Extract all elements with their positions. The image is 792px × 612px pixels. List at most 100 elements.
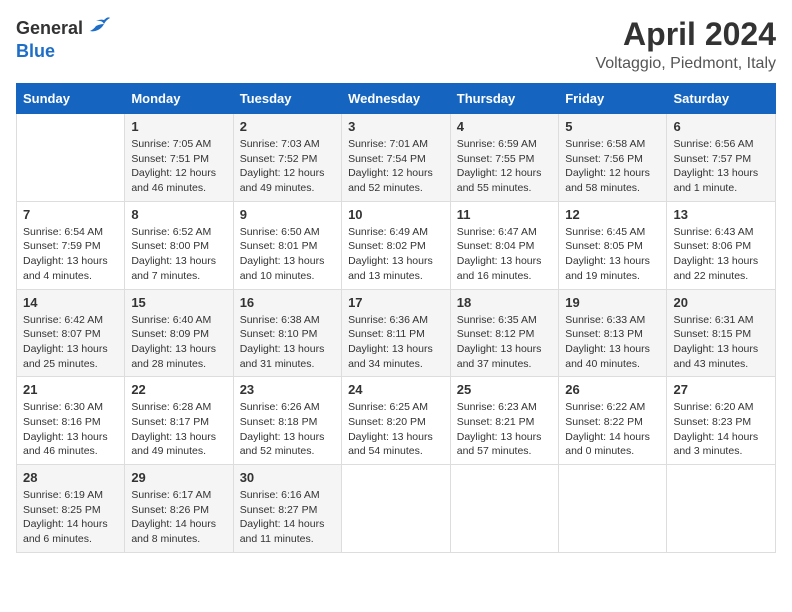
day-cell: 30 Sunrise: 6:16 AMSunset: 8:27 PMDayligh… bbox=[233, 465, 341, 553]
day-number: 26 bbox=[565, 382, 660, 397]
day-cell: 5 Sunrise: 6:58 AMSunset: 7:56 PMDaylight… bbox=[559, 114, 667, 202]
day-number: 4 bbox=[457, 119, 552, 134]
col-header-thursday: Thursday bbox=[450, 84, 558, 114]
day-info: Sunrise: 6:49 AMSunset: 8:02 PMDaylight:… bbox=[348, 225, 444, 284]
day-cell: 9 Sunrise: 6:50 AMSunset: 8:01 PMDaylight… bbox=[233, 201, 341, 289]
col-header-sunday: Sunday bbox=[17, 84, 125, 114]
day-info: Sunrise: 6:26 AMSunset: 8:18 PMDaylight:… bbox=[240, 400, 335, 459]
day-cell: 28 Sunrise: 6:19 AMSunset: 8:25 PMDayligh… bbox=[17, 465, 125, 553]
day-number: 9 bbox=[240, 207, 335, 222]
col-header-tuesday: Tuesday bbox=[233, 84, 341, 114]
day-info: Sunrise: 6:59 AMSunset: 7:55 PMDaylight:… bbox=[457, 137, 552, 196]
col-header-wednesday: Wednesday bbox=[342, 84, 451, 114]
day-cell: 19 Sunrise: 6:33 AMSunset: 8:13 PMDayligh… bbox=[559, 289, 667, 377]
day-info: Sunrise: 7:01 AMSunset: 7:54 PMDaylight:… bbox=[348, 137, 444, 196]
day-info: Sunrise: 6:50 AMSunset: 8:01 PMDaylight:… bbox=[240, 225, 335, 284]
logo: General Blue bbox=[16, 16, 110, 62]
week-row-3: 14Sunrise: 6:42 AMSunset: 8:07 PMDayligh… bbox=[17, 289, 776, 377]
day-cell: 21 Sunrise: 6:30 AMSunset: 8:16 PMDayligh… bbox=[17, 377, 125, 465]
day-info: Sunrise: 6:33 AMSunset: 8:13 PMDaylight:… bbox=[565, 313, 660, 372]
col-header-monday: Monday bbox=[125, 84, 233, 114]
week-row-5: 28 Sunrise: 6:19 AMSunset: 8:25 PMDayligh… bbox=[17, 465, 776, 553]
month-title: April 2024 bbox=[595, 16, 776, 53]
day-cell: 8 Sunrise: 6:52 AMSunset: 8:00 PMDaylight… bbox=[125, 201, 233, 289]
day-info: Sunrise: 6:25 AMSunset: 8:20 PMDaylight:… bbox=[348, 400, 444, 459]
day-info: Sunrise: 6:52 AMSunset: 8:00 PMDaylight:… bbox=[131, 225, 226, 284]
day-cell: 7 Sunrise: 6:54 AMSunset: 7:59 PMDaylight… bbox=[17, 201, 125, 289]
day-cell bbox=[17, 114, 125, 202]
day-number: 7 bbox=[23, 207, 118, 222]
day-number: 6 bbox=[673, 119, 769, 134]
title-area: April 2024 Voltaggio, Piedmont, Italy bbox=[595, 16, 776, 73]
day-cell: 23 Sunrise: 6:26 AMSunset: 8:18 PMDayligh… bbox=[233, 377, 341, 465]
day-info: Sunrise: 6:20 AMSunset: 8:23 PMDaylight:… bbox=[673, 400, 769, 459]
day-number: 23 bbox=[240, 382, 335, 397]
col-header-saturday: Saturday bbox=[667, 84, 776, 114]
day-info: Sunrise: 6:16 AMSunset: 8:27 PMDaylight:… bbox=[240, 488, 335, 547]
day-info: Sunrise: 6:40 AMSunset: 8:09 PMDaylight:… bbox=[131, 313, 226, 372]
day-cell bbox=[667, 465, 776, 553]
day-cell: 26Sunrise: 6:22 AMSunset: 8:22 PMDayligh… bbox=[559, 377, 667, 465]
day-number: 2 bbox=[240, 119, 335, 134]
day-info: Sunrise: 6:35 AMSunset: 8:12 PMDaylight:… bbox=[457, 313, 552, 372]
day-number: 21 bbox=[23, 382, 118, 397]
day-info: Sunrise: 6:42 AMSunset: 8:07 PMDaylight:… bbox=[23, 313, 118, 372]
day-info: Sunrise: 6:31 AMSunset: 8:15 PMDaylight:… bbox=[673, 313, 769, 372]
day-info: Sunrise: 6:30 AMSunset: 8:16 PMDaylight:… bbox=[23, 400, 118, 459]
day-cell: 24 Sunrise: 6:25 AMSunset: 8:20 PMDayligh… bbox=[342, 377, 451, 465]
day-cell: 6 Sunrise: 6:56 AMSunset: 7:57 PMDaylight… bbox=[667, 114, 776, 202]
day-number: 15 bbox=[131, 295, 226, 310]
day-cell: 27 Sunrise: 6:20 AMSunset: 8:23 PMDayligh… bbox=[667, 377, 776, 465]
day-number: 17 bbox=[348, 295, 444, 310]
day-number: 1 bbox=[131, 119, 226, 134]
day-number: 11 bbox=[457, 207, 552, 222]
day-info: Sunrise: 6:36 AMSunset: 8:11 PMDaylight:… bbox=[348, 313, 444, 372]
day-info: Sunrise: 6:23 AMSunset: 8:21 PMDaylight:… bbox=[457, 400, 552, 459]
day-info: Sunrise: 6:17 AMSunset: 8:26 PMDaylight:… bbox=[131, 488, 226, 547]
logo-bird-icon bbox=[86, 16, 110, 41]
day-number: 30 bbox=[240, 470, 335, 485]
col-header-friday: Friday bbox=[559, 84, 667, 114]
day-info: Sunrise: 6:54 AMSunset: 7:59 PMDaylight:… bbox=[23, 225, 118, 284]
day-cell: 1 Sunrise: 7:05 AMSunset: 7:51 PMDaylight… bbox=[125, 114, 233, 202]
day-number: 12 bbox=[565, 207, 660, 222]
day-cell bbox=[342, 465, 451, 553]
week-row-4: 21 Sunrise: 6:30 AMSunset: 8:16 PMDayligh… bbox=[17, 377, 776, 465]
day-number: 28 bbox=[23, 470, 118, 485]
day-number: 27 bbox=[673, 382, 769, 397]
day-info: Sunrise: 7:05 AMSunset: 7:51 PMDaylight:… bbox=[131, 137, 226, 196]
page-header: General Blue April 2024 Voltaggio, Piedm… bbox=[16, 16, 776, 73]
day-number: 8 bbox=[131, 207, 226, 222]
day-number: 5 bbox=[565, 119, 660, 134]
day-cell: 22Sunrise: 6:28 AMSunset: 8:17 PMDayligh… bbox=[125, 377, 233, 465]
day-cell: 29Sunrise: 6:17 AMSunset: 8:26 PMDayligh… bbox=[125, 465, 233, 553]
day-cell: 10 Sunrise: 6:49 AMSunset: 8:02 PMDayligh… bbox=[342, 201, 451, 289]
column-header-row: SundayMondayTuesdayWednesdayThursdayFrid… bbox=[17, 84, 776, 114]
day-cell bbox=[450, 465, 558, 553]
logo-blue: Blue bbox=[16, 41, 55, 61]
day-info: Sunrise: 6:47 AMSunset: 8:04 PMDaylight:… bbox=[457, 225, 552, 284]
day-number: 25 bbox=[457, 382, 552, 397]
day-cell bbox=[559, 465, 667, 553]
calendar-table: SundayMondayTuesdayWednesdayThursdayFrid… bbox=[16, 83, 776, 553]
week-row-1: 1 Sunrise: 7:05 AMSunset: 7:51 PMDaylight… bbox=[17, 114, 776, 202]
day-number: 24 bbox=[348, 382, 444, 397]
day-info: Sunrise: 6:19 AMSunset: 8:25 PMDaylight:… bbox=[23, 488, 118, 547]
day-cell: 12 Sunrise: 6:45 AMSunset: 8:05 PMDayligh… bbox=[559, 201, 667, 289]
day-info: Sunrise: 6:58 AMSunset: 7:56 PMDaylight:… bbox=[565, 137, 660, 196]
day-info: Sunrise: 6:43 AMSunset: 8:06 PMDaylight:… bbox=[673, 225, 769, 284]
day-cell: 14Sunrise: 6:42 AMSunset: 8:07 PMDayligh… bbox=[17, 289, 125, 377]
day-info: Sunrise: 6:38 AMSunset: 8:10 PMDaylight:… bbox=[240, 313, 335, 372]
day-number: 10 bbox=[348, 207, 444, 222]
day-number: 18 bbox=[457, 295, 552, 310]
day-cell: 17 Sunrise: 6:36 AMSunset: 8:11 PMDayligh… bbox=[342, 289, 451, 377]
day-number: 19 bbox=[565, 295, 660, 310]
day-cell: 3Sunrise: 7:01 AMSunset: 7:54 PMDaylight… bbox=[342, 114, 451, 202]
day-number: 22 bbox=[131, 382, 226, 397]
day-cell: 25 Sunrise: 6:23 AMSunset: 8:21 PMDayligh… bbox=[450, 377, 558, 465]
day-info: Sunrise: 6:56 AMSunset: 7:57 PMDaylight:… bbox=[673, 137, 769, 196]
day-info: Sunrise: 6:45 AMSunset: 8:05 PMDaylight:… bbox=[565, 225, 660, 284]
day-number: 20 bbox=[673, 295, 769, 310]
day-cell: 2Sunrise: 7:03 AMSunset: 7:52 PMDaylight… bbox=[233, 114, 341, 202]
day-cell: 20 Sunrise: 6:31 AMSunset: 8:15 PMDayligh… bbox=[667, 289, 776, 377]
